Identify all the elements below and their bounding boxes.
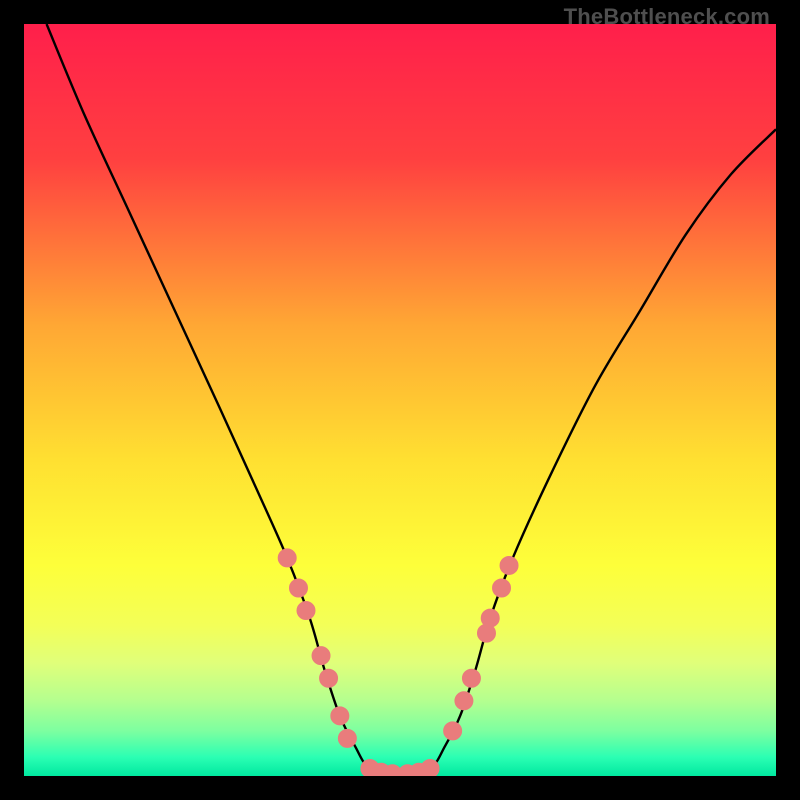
- data-marker: [462, 669, 480, 687]
- plot-area: [24, 24, 776, 776]
- gradient-background: [24, 24, 776, 776]
- data-marker: [338, 729, 356, 747]
- data-marker: [500, 556, 518, 574]
- data-marker: [481, 609, 499, 627]
- data-marker: [444, 722, 462, 740]
- data-marker: [421, 759, 439, 776]
- data-marker: [297, 602, 315, 620]
- bottleneck-chart: [24, 24, 776, 776]
- data-marker: [289, 579, 307, 597]
- data-marker: [320, 669, 338, 687]
- watermark-label: TheBottleneck.com: [564, 4, 770, 30]
- data-marker: [312, 647, 330, 665]
- data-marker: [278, 549, 296, 567]
- outer-frame: TheBottleneck.com: [0, 0, 800, 800]
- data-marker: [331, 707, 349, 725]
- data-marker: [493, 579, 511, 597]
- data-marker: [455, 692, 473, 710]
